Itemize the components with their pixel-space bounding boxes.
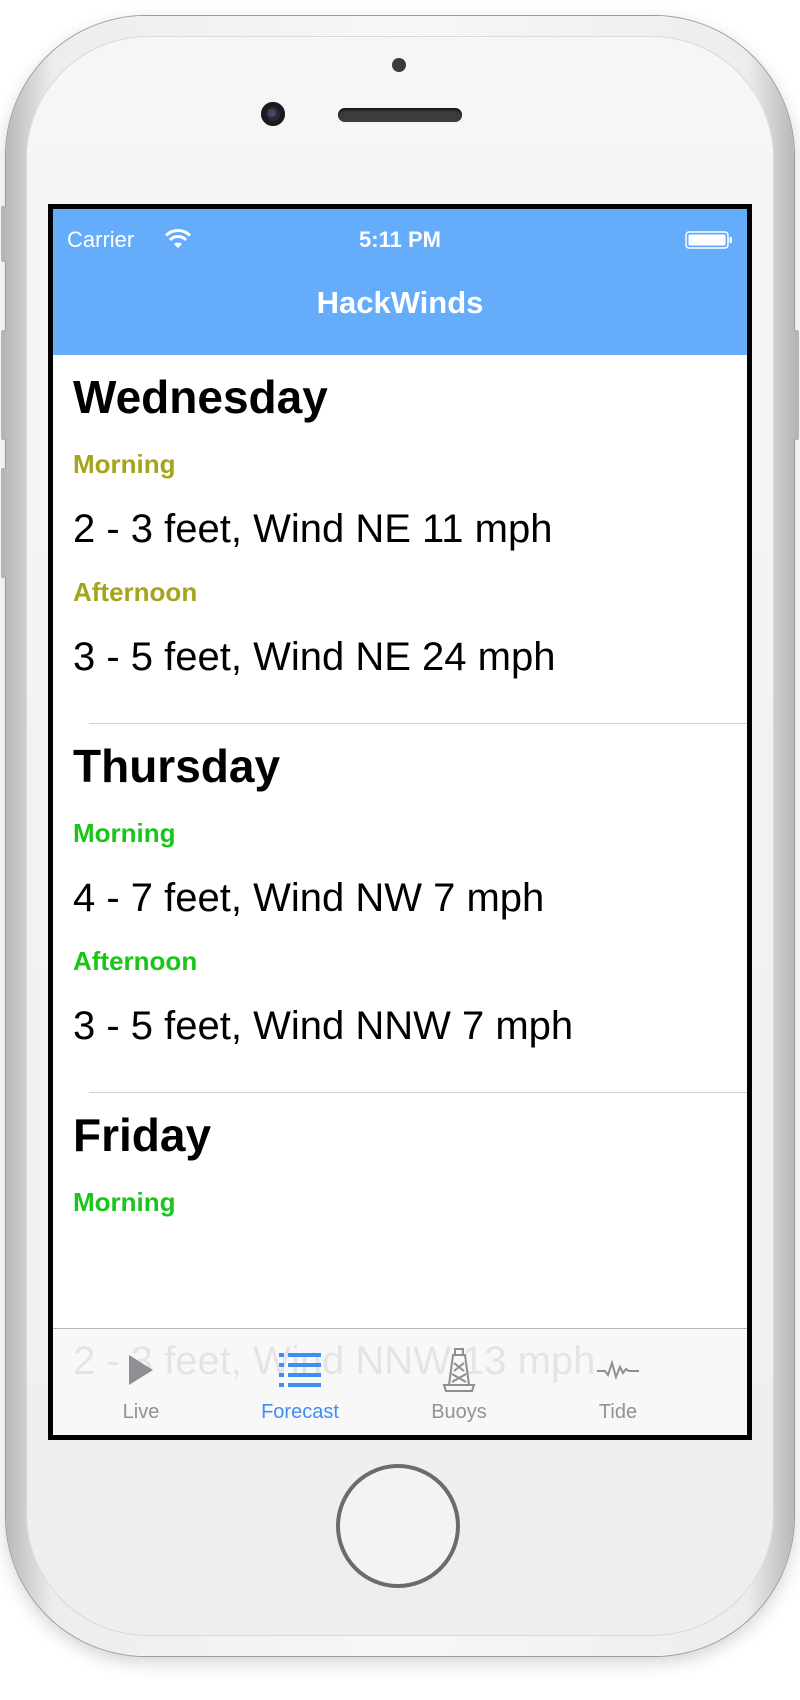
volume-down-button bbox=[1, 468, 6, 578]
buoy-icon bbox=[442, 1348, 476, 1392]
tab-label: Buoys bbox=[431, 1401, 487, 1423]
period-label: Afternoon bbox=[73, 577, 198, 607]
front-camera-icon bbox=[261, 102, 285, 126]
period-label: Morning bbox=[73, 449, 176, 479]
status-bar: Carrier 5:11 PM bbox=[53, 227, 747, 257]
page-title: HackWinds bbox=[316, 285, 484, 320]
period-label: Morning bbox=[73, 1187, 176, 1217]
tab-bar: 2 - 3 feet, Wind NNW 13 mph Live Forecas… bbox=[53, 1328, 747, 1435]
day-heading: Wednesday bbox=[73, 371, 328, 423]
period-label: Afternoon bbox=[73, 946, 198, 976]
tab-label: Forecast bbox=[261, 1401, 339, 1423]
period-label: Morning bbox=[73, 818, 176, 848]
tab-buoys[interactable]: Buoys bbox=[371, 1329, 547, 1435]
surf-conditions: 2 - 3 feet, Wind NE 11 mph bbox=[73, 507, 553, 551]
proximity-sensor bbox=[392, 58, 406, 72]
forecast-day-friday: Friday Morning bbox=[53, 1093, 747, 1217]
tab-tide[interactable]: Tide bbox=[530, 1329, 706, 1435]
forecast-list[interactable]: Wednesday Morning 2 - 3 feet, Wind NE 11… bbox=[53, 355, 747, 1431]
wave-icon bbox=[597, 1359, 639, 1381]
day-heading: Thursday bbox=[73, 740, 281, 792]
surf-conditions: 4 - 7 feet, Wind NW 7 mph bbox=[73, 876, 545, 920]
earpiece-speaker bbox=[338, 108, 462, 122]
tab-label: Tide bbox=[598, 1401, 638, 1423]
navigation-bar: Carrier 5:11 PM HackWinds bbox=[53, 209, 747, 355]
battery-icon bbox=[685, 231, 732, 249]
volume-up-button bbox=[1, 330, 6, 440]
forecast-day-thursday: Thursday Morning 4 - 7 feet, Wind NW 7 m… bbox=[53, 724, 747, 1050]
play-icon bbox=[129, 1355, 153, 1385]
mute-switch bbox=[1, 206, 6, 262]
tab-label: Live bbox=[122, 1401, 160, 1423]
tab-forecast[interactable]: Forecast bbox=[212, 1329, 388, 1435]
day-heading: Friday bbox=[73, 1109, 212, 1161]
home-button[interactable] bbox=[336, 1464, 460, 1588]
forecast-day-wednesday: Wednesday Morning 2 - 3 feet, Wind NE 11… bbox=[53, 355, 747, 681]
status-time: 5:11 PM bbox=[359, 227, 441, 252]
power-button bbox=[794, 330, 799, 440]
tab-live[interactable]: Live bbox=[53, 1329, 229, 1435]
phone-screen: Carrier 5:11 PM HackWinds Wednesday Morn… bbox=[48, 204, 752, 1440]
surf-conditions: 3 - 5 feet, Wind NE 24 mph bbox=[73, 635, 556, 679]
surf-conditions: 3 - 5 feet, Wind NNW 7 mph bbox=[73, 1004, 574, 1048]
list-icon bbox=[279, 1353, 321, 1387]
